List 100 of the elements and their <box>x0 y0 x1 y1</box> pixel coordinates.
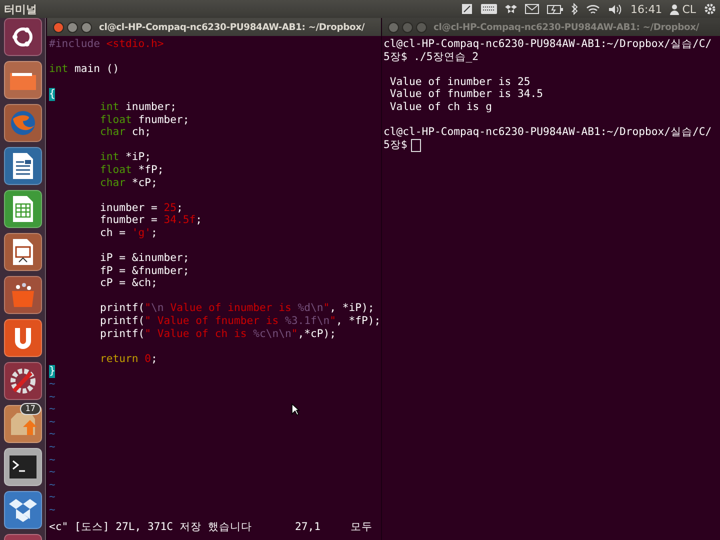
battery-icon <box>547 4 564 14</box>
code-text: 25 <box>164 202 177 214</box>
code-text: float <box>100 164 132 177</box>
empty-line-marker: ~ <box>49 390 56 404</box>
code-text: } <box>49 365 56 378</box>
spreadsheet-icon <box>12 195 34 223</box>
terminal-output: cl@cl-HP-Compaq-nc6230-PU984AW-AB1:~/Dropbox/실습/C/ <box>384 126 712 139</box>
code-text: fP = &fnumber; <box>100 264 190 278</box>
terminal-icon <box>8 454 38 480</box>
terminal-area[interactable]: cl@cl-HP-Compaq-nc6230-PU984AW-AB1:~/Dropbox/실습/C/ 5장$ ./5장연습_2 Value of inumber is 25 Value of fnumber is 34.5 Value of ch is g cl@cl-HP-Compaq-nc6230-PU984AW-AB1:~/Dropbox/실습/C/ 5장$ <box>382 36 720 540</box>
launcher-item[interactable] <box>4 276 42 314</box>
clock[interactable]: 16:41 <box>630 2 662 16</box>
code-text: int <box>49 63 68 76</box>
code-text: " <box>291 328 298 340</box>
empty-line-marker: ~ <box>49 491 56 504</box>
code-text: " Value of fnumber is <box>144 315 280 328</box>
terminal-output: cl@cl-HP-Compaq-nc6230-PU984AW-AB1:~/Dropbox/실습/C/ <box>384 38 712 51</box>
launcher-item[interactable] <box>4 18 42 56</box>
keyboard-icon <box>481 4 498 14</box>
terminal-prompt: 5장$ <box>384 138 408 152</box>
empty-line-marker: ~ <box>49 416 56 428</box>
code-text: 34.5f <box>164 214 196 227</box>
empty-line-marker: ~ <box>49 441 56 454</box>
window-title: cl@cl-HP-Compaq-nc6230-PU984AW-AB1: ~/Dropbox/ <box>434 22 699 32</box>
empty-line-marker: ~ <box>49 478 56 492</box>
count-badge: 17 <box>20 403 40 415</box>
code-text: " <box>144 302 152 316</box>
code-text: , *iP); <box>330 302 374 316</box>
globe-fox-icon <box>8 109 36 137</box>
shopping-bag-icon <box>10 282 36 308</box>
code-text: ch = <box>100 226 127 240</box>
cursor-position: 27,1 <box>295 521 322 534</box>
code-text: ,*cP); <box>298 328 336 340</box>
app-title: 터미널 <box>4 2 38 16</box>
terminal-output: Value of ch is g <box>388 100 492 114</box>
terminal-output: Value of fnumber is 34.5 <box>388 88 543 101</box>
code-text: Value of inumber is <box>169 302 292 316</box>
close-icon[interactable] <box>388 22 399 32</box>
launcher-item[interactable] <box>4 233 42 271</box>
empty-line-marker: ~ <box>49 428 56 441</box>
code-text: #include <box>49 38 102 51</box>
bluetooth-icon <box>571 3 578 15</box>
empty-line-marker: ~ <box>49 466 56 479</box>
minimize-icon[interactable] <box>67 22 78 32</box>
code-text: printf( <box>100 302 145 316</box>
launcher-item[interactable] <box>4 448 42 486</box>
code-text: char <box>100 176 126 190</box>
launcher-item[interactable] <box>4 190 42 228</box>
code-text: " <box>330 315 336 328</box>
code-text: " <box>323 302 330 316</box>
code-text: fnumber; <box>137 114 190 126</box>
launcher-item[interactable] <box>4 319 42 357</box>
code-text: inumber = <box>100 202 158 214</box>
launcher-item[interactable] <box>4 147 42 185</box>
scroll-position: 모두 <box>350 521 373 534</box>
code-text: <stdio.h> <box>106 38 164 51</box>
launcher-item[interactable] <box>4 362 42 400</box>
launcher-item[interactable] <box>4 491 42 529</box>
code-text: fnumber = <box>100 214 158 227</box>
status-message: <c" [도스] 27L, 371C 저장 했습니다 <box>49 521 253 534</box>
code-text: %d\n <box>298 302 324 316</box>
code-text: printf( <box>100 328 145 340</box>
code-text: iP = &inumber; <box>100 252 190 265</box>
person-icon <box>670 4 680 14</box>
code-text: return <box>100 352 140 366</box>
code-text: *cP; <box>130 176 158 190</box>
code-text: int <box>100 151 120 164</box>
code-text: ; <box>151 352 158 366</box>
code-text: { <box>49 88 56 101</box>
code-text: inumber; <box>124 100 177 114</box>
gear-icon <box>704 3 716 15</box>
mouse-pointer-icon <box>291 403 300 416</box>
presentation-icon <box>12 238 34 266</box>
code-text: char <box>100 126 126 139</box>
mail-icon <box>525 4 540 14</box>
code-text: 'g' <box>132 226 152 240</box>
empty-line-marker: ~ <box>49 504 56 517</box>
code-text: float <box>100 114 132 126</box>
open-box-icon <box>505 4 518 14</box>
launcher-item[interactable]: 17 <box>4 405 42 443</box>
open-box-icon <box>8 497 36 523</box>
code-text: main () <box>74 63 120 76</box>
code-text: ; <box>151 226 158 240</box>
maximize-icon[interactable] <box>81 22 92 32</box>
code-text: ch; <box>130 126 152 139</box>
code-text: , *fP); <box>336 315 381 328</box>
close-icon[interactable] <box>53 22 64 32</box>
empty-line-marker: ~ <box>49 378 56 391</box>
empty-line-marker: ~ <box>49 403 56 416</box>
window-titlebar[interactable]: cl@cl-HP-Compaq-nc6230-PU984AW-AB1: ~/Dropbox/ <box>47 18 381 36</box>
code-text: int <box>100 100 120 114</box>
launcher-item[interactable] <box>4 61 42 99</box>
volume-icon <box>608 4 622 14</box>
code-text: printf( <box>100 315 145 328</box>
code-text: %c\n\n <box>253 328 292 340</box>
document-icon <box>12 152 34 180</box>
code-text: " Value of ch is <box>144 328 248 340</box>
terminal-output: Value of inumber is 25 <box>388 76 530 88</box>
code-text: *fP; <box>137 164 164 177</box>
user-name[interactable]: CL <box>682 2 696 16</box>
